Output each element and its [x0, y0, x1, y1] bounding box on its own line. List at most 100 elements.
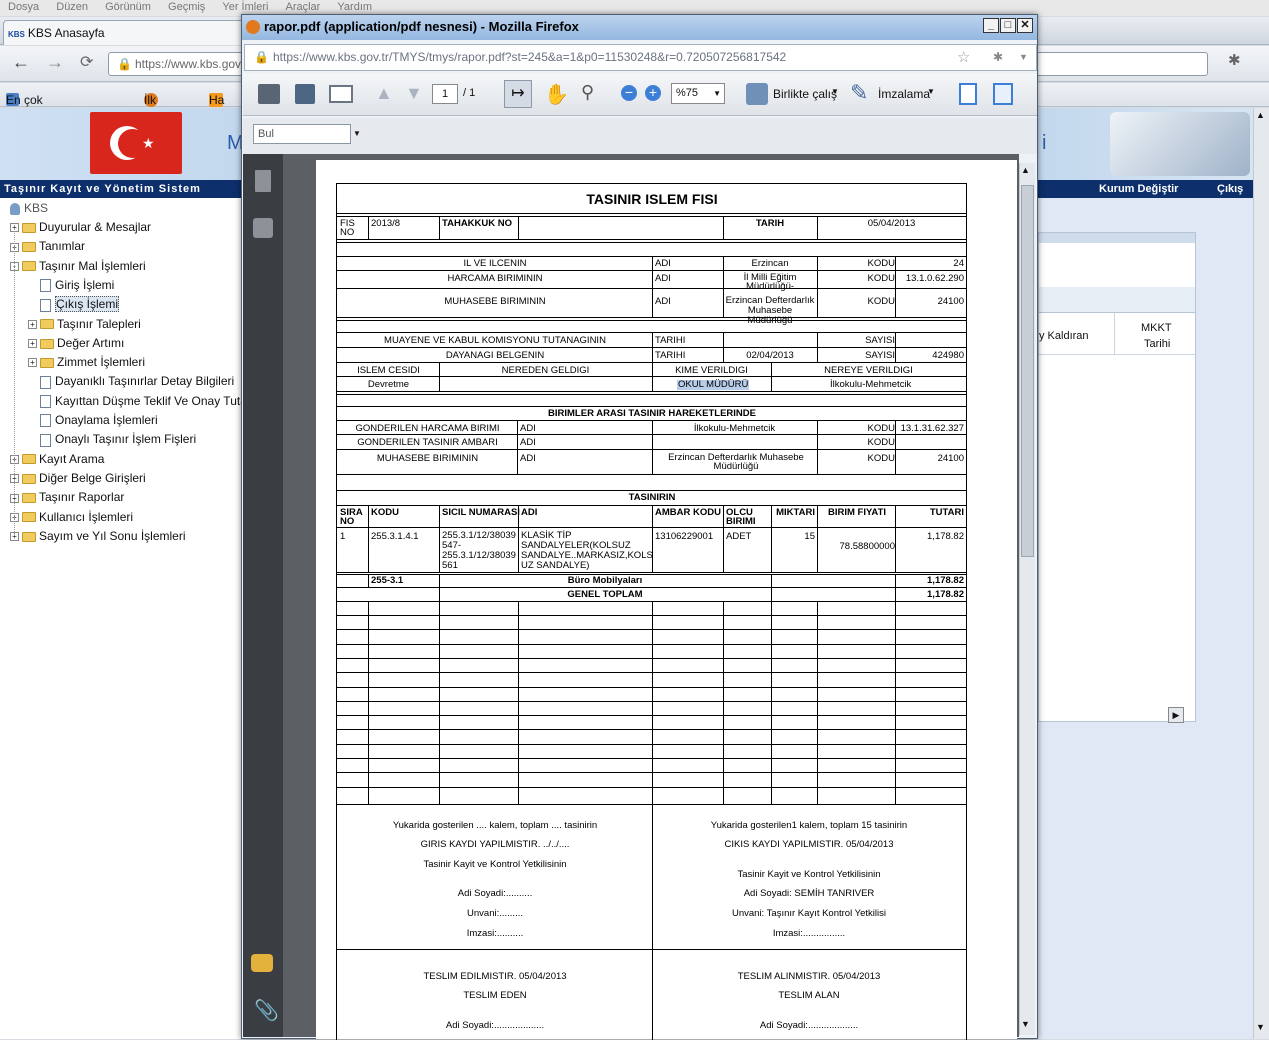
tree-item-10[interactable]: Onaylama İşlemleri: [40, 413, 158, 428]
tahakkuk-label: TAHAKKUK NO: [442, 218, 513, 229]
scroll-up-icon[interactable]: ▲: [1256, 110, 1265, 120]
minimize-button[interactable]: _: [983, 18, 999, 33]
tree-root[interactable]: KBS: [10, 201, 48, 215]
tree-item-3[interactable]: Giriş İşlemi: [40, 278, 114, 293]
zoom-select[interactable]: %75 ▼: [671, 83, 725, 104]
kime-label: KIME VERILDIGI: [675, 365, 748, 376]
tree-item-2[interactable]: - Taşınır Mal İşlemleri: [10, 259, 146, 273]
pages-panel-icon[interactable]: [255, 170, 271, 192]
pdf-vertical-scrollbar[interactable]: ▲ ▼: [1019, 163, 1035, 1035]
prev-page-icon[interactable]: ▲: [375, 83, 393, 104]
firefox-icon: [246, 20, 260, 34]
right-sig-line2: CIKIS KAYDI YAPILMISTIR. 05/04/2013: [724, 839, 894, 850]
hand-tool-icon[interactable]: ✋: [544, 82, 569, 107]
menu-view[interactable]: Görünüm: [105, 0, 151, 15]
scroll-up-icon[interactable]: ▲: [1021, 165, 1030, 175]
maximize-button[interactable]: □: [1000, 18, 1016, 33]
tree-item-5[interactable]: + Taşınır Talepleri: [28, 317, 141, 331]
pdf-toolbar: ▲ ▼ 1 / 1 ↦ ✋ ⚲ − + %75 ▼ Birlikte çalış …: [243, 74, 1037, 116]
cikis-link[interactable]: Çıkış: [1217, 180, 1243, 198]
scroll-thumb[interactable]: [1021, 185, 1034, 557]
tree-item-label: Kayıttan Düşme Teklif Ve Onay Tutana: [55, 393, 261, 408]
save-icon[interactable]: [295, 84, 315, 104]
email-icon[interactable]: [329, 85, 353, 103]
zoom-in-icon[interactable]: +: [645, 85, 661, 101]
collaborate-icon[interactable]: [746, 83, 768, 105]
dayanagi-tarih-value: 02/04/2013: [746, 350, 794, 361]
scroll-down-icon[interactable]: ▼: [1256, 1022, 1265, 1032]
zoom-out-icon[interactable]: −: [621, 85, 637, 101]
forward-icon[interactable]: →: [46, 52, 64, 73]
menu-edit[interactable]: Düzen: [56, 0, 88, 15]
binoculars-icon[interactable]: [253, 218, 273, 238]
sign-button[interactable]: İmzalama: [878, 87, 930, 101]
expand-icon[interactable]: +: [28, 319, 37, 329]
menu-help[interactable]: Yardım: [337, 0, 372, 15]
find-dropdown-icon[interactable]: ▼: [353, 129, 361, 138]
collaborate-button[interactable]: Birlikte çalış: [773, 87, 837, 101]
folder-icon: [22, 261, 36, 272]
tab-kbs-anasayfa[interactable]: KBS KBS Anasayfa: [3, 20, 248, 45]
close-button[interactable]: ✕: [1017, 18, 1033, 33]
dropdown-icon[interactable]: ▼: [1019, 45, 1028, 70]
tree-item-9[interactable]: Kayıttan Düşme Teklif Ve Onay Tutana: [40, 393, 261, 409]
muhasebe-label: MUHASEBE BIRIMININ: [444, 296, 546, 307]
tree-item-13[interactable]: + Diğer Belge Girişleri: [10, 471, 146, 485]
scroll-right-button[interactable]: ▶: [1168, 707, 1184, 723]
main-vertical-scrollbar[interactable]: ▲ ▼: [1253, 108, 1269, 1039]
tree-item-8[interactable]: Dayanıklı Taşınırlar Detay Bilgileri: [40, 374, 234, 389]
addon-icon[interactable]: ✱: [993, 45, 1003, 70]
zoom-tool-icon[interactable]: ⚲: [581, 82, 594, 103]
tree-item-4[interactable]: Çıkış İşlemi: [40, 296, 120, 313]
pdf-url-bar[interactable]: 🔒 https://www.kbs.gov.tr/TMYS/tmys/rapor…: [244, 44, 1037, 71]
grid-line: [817, 601, 818, 805]
scroll-down-icon[interactable]: ▼: [1021, 1019, 1030, 1029]
grid-line: [652, 332, 653, 363]
next-page-icon[interactable]: ▼: [405, 83, 423, 104]
attachment-icon[interactable]: 📎: [254, 998, 279, 1023]
tree-item-7[interactable]: + Zimmet İşlemleri: [28, 355, 145, 369]
back-icon[interactable]: ←: [12, 52, 30, 73]
print-icon[interactable]: [258, 84, 280, 104]
gonderilen-ambar-label: GONDERILEN TASINIR AMBARI: [357, 437, 498, 448]
addon-icon[interactable]: ✱: [1228, 51, 1241, 69]
kurum-degistir-link[interactable]: Kurum Değiştir: [1099, 180, 1178, 198]
zoom-value: %75: [676, 87, 699, 99]
tree-item-1[interactable]: + Tanımlar: [10, 239, 85, 253]
tree-item-label: Kullanıcı İşlemleri: [39, 509, 134, 524]
menu-file[interactable]: Dosya: [8, 0, 39, 15]
find-input[interactable]: Bul: [253, 124, 351, 144]
dayanagi-tarihi-label: TARIHI: [655, 350, 686, 361]
page-number-input[interactable]: 1: [432, 84, 458, 104]
muhasebe2-kodu: 24100: [937, 453, 964, 464]
left-sig-line1: Yukarida gosterilen .... kalem, toplam .…: [392, 820, 598, 831]
menu-history[interactable]: Geçmiş: [168, 0, 205, 15]
reload-icon[interactable]: ⟳: [80, 52, 93, 72]
grid-line: [652, 256, 653, 318]
star-icon[interactable]: ☆: [957, 45, 970, 70]
tree-item-15[interactable]: + Kullanıcı İşlemleri: [10, 510, 133, 524]
muhasebe-kodu-value: 24100: [937, 296, 964, 307]
menu-bookmarks[interactable]: Yer İmleri: [222, 0, 268, 15]
tree-item-14[interactable]: + Taşınır Raporlar: [10, 490, 124, 504]
tree-item-6[interactable]: + Değer Artımı: [28, 336, 124, 350]
grid-line: [336, 183, 967, 184]
tree-item-label: Onaylama İşlemleri: [55, 413, 158, 427]
select-tool-icon[interactable]: ↦: [504, 80, 532, 108]
expand-icon[interactable]: +: [28, 358, 37, 368]
tree-item-11[interactable]: Onaylı Taşınır İşlem Fişleri: [40, 432, 196, 447]
expand-icon[interactable]: +: [28, 339, 37, 349]
right-sig-line3: Tasinir Kayit ve Kontrol Yetkilisinin: [737, 869, 881, 880]
document-icon: [40, 298, 51, 312]
fit-width-icon[interactable]: [959, 83, 977, 105]
tree-item-16[interactable]: + Sayım ve Yıl Sonu İşlemleri: [10, 529, 186, 543]
chevron-down-icon[interactable]: ▼: [927, 87, 935, 96]
menu-tools[interactable]: Araçlar: [286, 0, 321, 15]
comments-icon[interactable]: [251, 954, 273, 972]
fullscreen-icon[interactable]: [993, 83, 1013, 105]
tree-item-0[interactable]: + Duyurular & Mesajlar: [10, 220, 151, 234]
grid-line: [336, 320, 967, 321]
pen-icon[interactable]: ✎: [850, 80, 868, 106]
chevron-down-icon[interactable]: ▼: [831, 87, 839, 96]
tree-item-12[interactable]: + Kayıt Arama: [10, 452, 104, 466]
